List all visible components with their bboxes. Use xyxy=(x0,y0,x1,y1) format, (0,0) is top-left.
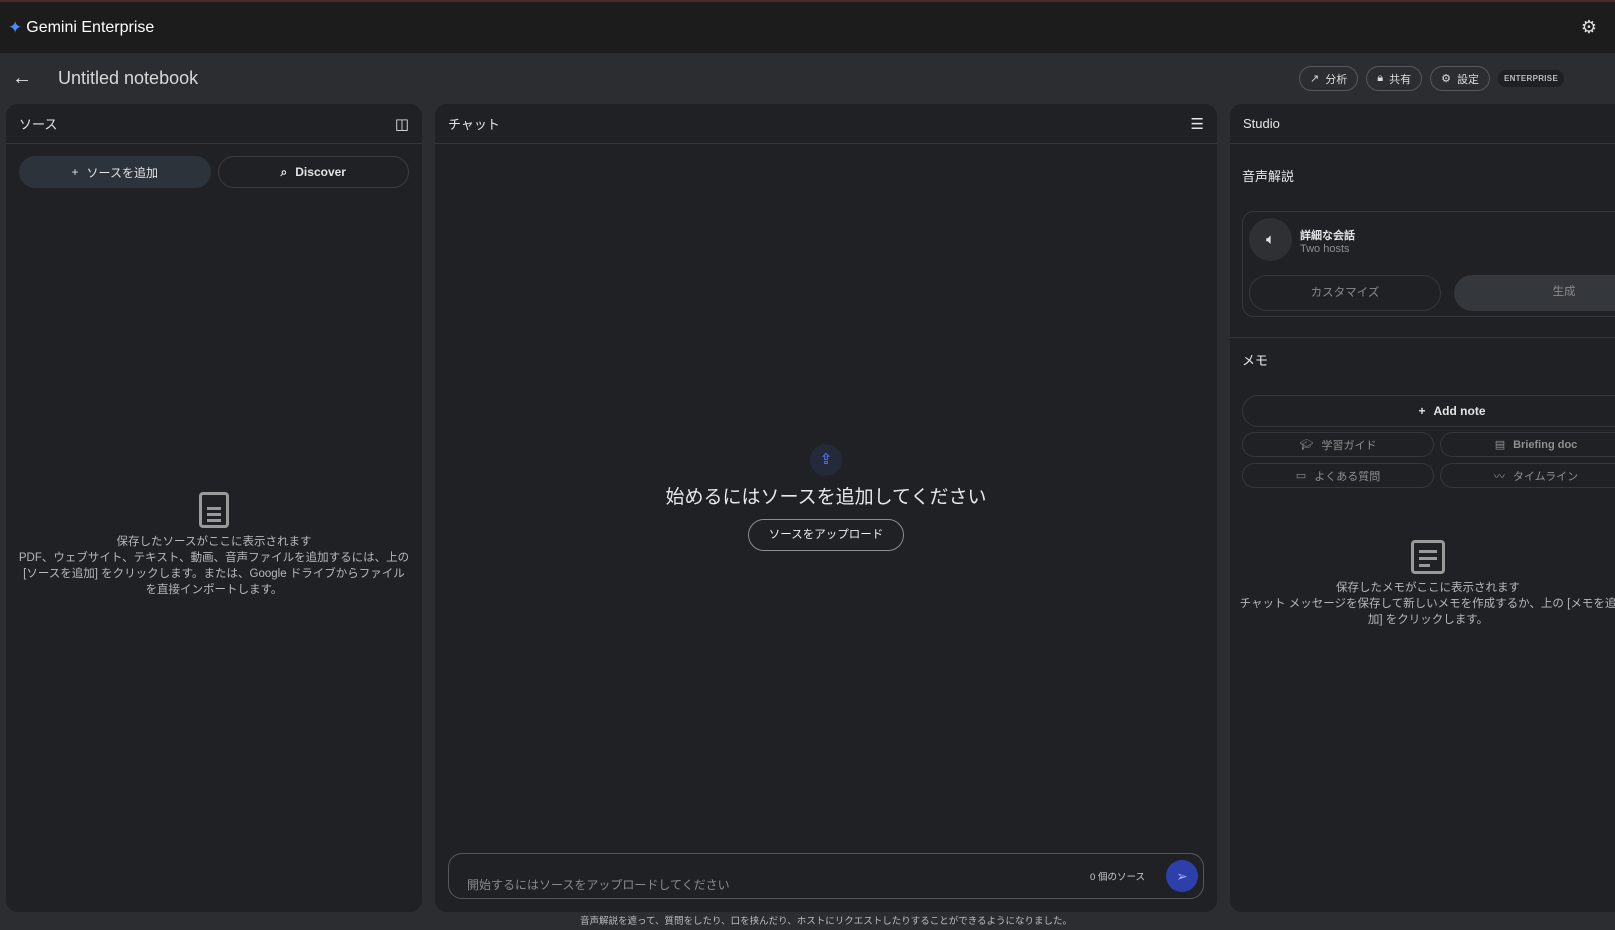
document-icon xyxy=(199,492,229,528)
generate-button[interactable]: 生成 xyxy=(1454,275,1615,311)
chat-heading: 始めるにはソースを追加してください xyxy=(665,487,987,508)
graduation-cap-icon: 🎓︎ xyxy=(1299,439,1314,451)
faq-icon: ▭ xyxy=(1295,470,1307,482)
settings-label: 設定 xyxy=(1456,73,1479,86)
chat-empty-state: ⇪ 始めるにはソースを追加してください ソースをアップロード xyxy=(435,444,1217,551)
timeline-button[interactable]: 〰タイムライン xyxy=(1440,463,1615,488)
enterprise-badge: ENTERPRISE xyxy=(1497,70,1565,87)
add-source-button[interactable]: + ソースを追加 xyxy=(19,156,211,188)
gemini-star-icon: ✦ xyxy=(8,17,23,37)
sources-title: ソース xyxy=(19,117,58,132)
upload-icon: ⇪ xyxy=(810,444,842,476)
analytics-button[interactable]: ↗ 分析 xyxy=(1299,66,1359,91)
lock-icon: 🔒︎ xyxy=(1377,72,1384,84)
audio-overview-heading: 音声解説 xyxy=(1242,169,1295,184)
faq-button[interactable]: ▭ よくある質問 xyxy=(1242,463,1434,488)
chat-input-placeholder: 開始するにはソースをアップロードしてください xyxy=(467,878,730,892)
brand[interactable]: ✦ Gemini Enterprise xyxy=(8,18,154,38)
chat-input[interactable]: 開始するにはソースをアップロードしてください 0 個のソース ➢ xyxy=(448,853,1204,899)
sources-empty-state: 保存したソースがここに表示されます PDF、ウェブサイト、テキスト、動画、音声フ… xyxy=(6,492,422,598)
discover-search-icon: ⌕ xyxy=(280,164,288,179)
source-count: 0 個のソース xyxy=(1090,872,1145,883)
top-bar: ✦ Gemini Enterprise ⚙ xyxy=(0,0,1615,53)
briefing-doc-icon: ▤ xyxy=(1494,439,1506,451)
analytics-label: 分析 xyxy=(1325,73,1348,86)
upload-source-button[interactable]: ソースをアップロード xyxy=(747,519,905,551)
tune-settings-icon[interactable]: ☰ xyxy=(1191,115,1204,133)
notebook-header: ← Untitled notebook ↗ 分析 🔒︎ 共有 ⚙ 設定 ENTERPR… xyxy=(0,53,1615,104)
back-arrow-icon[interactable]: ← xyxy=(12,67,46,90)
collapse-panel-icon[interactable]: ◫ xyxy=(395,115,409,133)
add-source-label: ソースを追加 xyxy=(86,165,158,180)
plus-icon: + xyxy=(71,165,79,179)
notes-empty-body: チャット メッセージを保存して新しいメモを作成するか、上の [メモを追加] をク… xyxy=(1239,598,1615,626)
gear-icon: ⚙ xyxy=(1441,73,1451,85)
notes-heading: メモ xyxy=(1242,353,1269,368)
timeline-icon: 〰 xyxy=(1493,470,1505,483)
footer-notice: 音声解説を遮って、質問をしたり、口を挟んだり、ホストにリクエストしたりすることが… xyxy=(579,916,1073,927)
notes-empty-title: 保存したメモがここに表示されます xyxy=(1336,582,1520,594)
sources-panel: ソース ◫ + ソースを追加 ⌕ Discover 保存したソースがここに表示されます… xyxy=(6,104,422,912)
customize-button[interactable]: カスタマイズ xyxy=(1249,275,1441,311)
share-button[interactable]: 🔒︎ 共有 xyxy=(1366,66,1423,91)
add-note-button[interactable]: + Add note xyxy=(1242,395,1615,427)
note-icon xyxy=(1411,540,1445,574)
study-guide-label: 学習ガイド xyxy=(1321,439,1377,452)
timeline-label: タイムライン xyxy=(1512,470,1579,483)
chat-panel: チャット ☰ ⇪ 始めるにはソースを追加してください ソースをアップロード 開始す… xyxy=(435,104,1217,912)
app-title: Gemini Enterprise xyxy=(26,18,155,36)
discover-button[interactable]: ⌕ Discover xyxy=(217,156,409,188)
audio-overview-card: 🔈︎ 詳細な会話 Two hosts カスタマイズ 生成 xyxy=(1242,211,1615,317)
send-icon[interactable]: ➢ xyxy=(1166,860,1198,892)
discover-label: Discover xyxy=(295,165,346,179)
audio-card-subtitle: Two hosts xyxy=(1300,243,1350,255)
notebook-title[interactable]: Untitled notebook xyxy=(58,68,198,89)
speaker-icon: 🔈︎ xyxy=(1249,218,1292,261)
sources-empty-body: PDF、ウェブサイト、テキスト、動画、音声ファイルを追加するには、上の [ソース… xyxy=(18,552,410,596)
audio-card-title: 詳細な会話 xyxy=(1300,230,1355,242)
chat-title: チャット xyxy=(448,117,500,132)
studio-title: Studio xyxy=(1243,116,1280,131)
share-label: 共有 xyxy=(1389,73,1412,86)
faq-label: よくある質問 xyxy=(1314,470,1381,483)
plus-icon: + xyxy=(1418,404,1426,418)
briefing-doc-label: Briefing doc xyxy=(1513,438,1578,451)
study-guide-button[interactable]: 🎓︎ 学習ガイド xyxy=(1242,432,1434,457)
trending-up-icon: ↗ xyxy=(1310,73,1320,85)
notes-empty-state: 保存したメモがここに表示されます チャット メッセージを保存して新しいメモを作成… xyxy=(1230,540,1615,628)
studio-panel: Studio 音声解説 🔈︎ 詳細な会話 Two hosts カスタマイズ 生成… xyxy=(1230,104,1615,912)
briefing-doc-button[interactable]: ▤ Briefing doc xyxy=(1440,432,1615,457)
sources-empty-title: 保存したソースがここに表示されます xyxy=(116,536,312,548)
settings-button[interactable]: ⚙ 設定 xyxy=(1430,66,1490,91)
add-note-label: Add note xyxy=(1433,404,1486,418)
settings-gear-icon[interactable]: ⚙ xyxy=(1581,17,1597,38)
